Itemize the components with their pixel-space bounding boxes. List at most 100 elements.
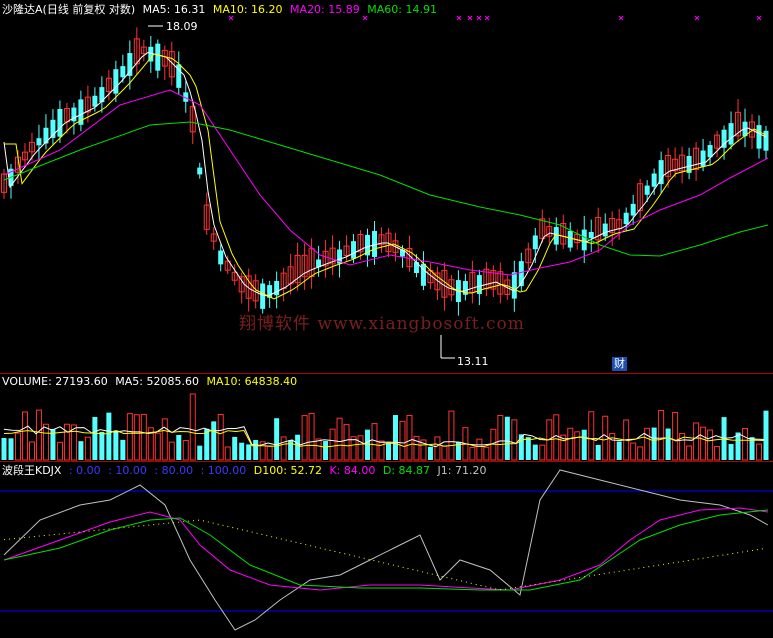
panel-divider-1 [0, 373, 773, 374]
candle-body-down [155, 43, 161, 71]
volume-bar-up [371, 423, 378, 461]
volume-bar-down [106, 412, 112, 460]
candle-body-down [623, 212, 629, 225]
volume-bar-up [511, 419, 518, 461]
volume-bar-down [616, 441, 622, 460]
kdj-d100-line [3, 519, 765, 591]
volume-bar-up [637, 446, 644, 461]
volume-bar-down [525, 437, 531, 460]
kdj-param-1: : 0.00 [68, 464, 101, 477]
candle-body-down [588, 231, 594, 239]
volume-bar-down [92, 416, 98, 460]
candle-body-down [92, 95, 98, 107]
volume-bar-up [28, 441, 35, 461]
volume-bar-up [224, 446, 231, 461]
candle-body-down [260, 283, 266, 309]
candle-body-down [707, 145, 713, 158]
volume-bar-up [483, 446, 490, 461]
candle-body-down [651, 173, 657, 187]
volume-bar-down [392, 415, 398, 460]
volume-bar-up [693, 422, 700, 461]
candle-body-down [274, 280, 280, 296]
ma20-readout: MA20: 15.89 [290, 3, 360, 16]
candle-body-down [630, 203, 636, 216]
volume-bar-up [140, 413, 147, 461]
kdj-j1: J1: 71.20 [437, 464, 487, 477]
candle-body-down [602, 223, 608, 237]
volume-bar-up [413, 435, 420, 461]
volume-bar-up [301, 415, 308, 461]
volume-bar-down [232, 436, 238, 460]
candle-body-down [728, 123, 734, 145]
candle-body-down [36, 138, 42, 146]
kdj-k-line [3, 507, 769, 591]
volume-bar-down [197, 445, 203, 460]
volume-bar-up [644, 427, 651, 461]
volume-bar-up [588, 411, 595, 461]
volume-bar-up [154, 432, 161, 461]
volume-bar-up [756, 443, 763, 461]
volume-bar-down [1, 437, 7, 460]
volume-bar-up [567, 427, 574, 461]
volume-bar-down [651, 427, 657, 460]
candle-body-down [43, 127, 49, 144]
kdj-j-line [3, 469, 769, 631]
low-price-value: 13.11 [457, 355, 489, 368]
volume-bar-up [399, 420, 406, 461]
volume-bar-up [630, 442, 637, 461]
volume-bar-up [497, 414, 504, 461]
candle-body-down [644, 185, 650, 195]
volume-bar-up [553, 414, 560, 461]
volume-bar-up [63, 423, 70, 461]
volume-bar-up [133, 414, 140, 461]
kdj-d100: D100: 52.72 [253, 464, 322, 477]
kdj-d-line [3, 509, 769, 591]
candle-body-down [351, 241, 357, 259]
candle-body-down [581, 229, 587, 251]
volume-ma5-readout: MA5: 52085.60 [115, 375, 199, 388]
kdj-name: 波段王KDJX [2, 464, 62, 477]
volume-bar-up [42, 423, 49, 461]
ma10-readout: MA10: 16.20 [212, 3, 283, 16]
volume-ma10-readout: MA10: 64838.40 [206, 375, 298, 388]
volume-bar-up [14, 432, 21, 461]
volume-bar-up [35, 409, 42, 461]
volume-bar-down [239, 442, 245, 460]
volume-bar-up [686, 445, 693, 461]
ma5-readout: MA5: 16.31 [142, 3, 206, 16]
volume-bar-down [120, 439, 126, 460]
volume-bar-up [434, 436, 441, 461]
volume-bar-down [295, 434, 301, 460]
volume-bar-up [182, 440, 189, 461]
price-header: 沙隆达A(日线 前复权 对数) MA5: 16.31 MA10: 16.20 M… [2, 3, 441, 16]
volume-bar-up [672, 411, 679, 461]
volume-bar-up [602, 415, 609, 461]
kdj-k: K: 84.00 [329, 464, 376, 477]
volume-bar-up [56, 441, 63, 461]
volume-bar-up [308, 412, 315, 461]
volume-bar-up [21, 411, 28, 461]
volume-bar-down [113, 430, 119, 460]
low-price-label: 13.11 [457, 355, 489, 368]
volume-bar-down [246, 444, 252, 460]
panel-divider-2 [0, 461, 773, 462]
volume-bar-up [266, 445, 273, 461]
volume-header: VOLUME: 27193.60 MA5: 52085.60 MA10: 648… [2, 375, 301, 388]
volume-bar-down [763, 410, 769, 460]
event-marker[interactable]: 财 [612, 357, 627, 371]
high-price-value: 18.09 [166, 20, 198, 33]
volume-bar-up [189, 393, 196, 461]
volume-bar-down [253, 440, 259, 460]
volume-bar-up [707, 429, 714, 461]
candle-body-down [756, 125, 762, 149]
volume-bar-down [728, 444, 734, 460]
volume-bar-down [735, 432, 741, 460]
volume-bar-down [427, 446, 433, 460]
volume-bar-up [84, 436, 91, 461]
volume-bar-up [539, 444, 546, 461]
candle-body-down [658, 160, 664, 185]
candle-body-down [567, 230, 573, 248]
volume-bar-up [469, 446, 476, 461]
candle-body-down [120, 66, 126, 78]
volume-bar-down [532, 444, 538, 460]
